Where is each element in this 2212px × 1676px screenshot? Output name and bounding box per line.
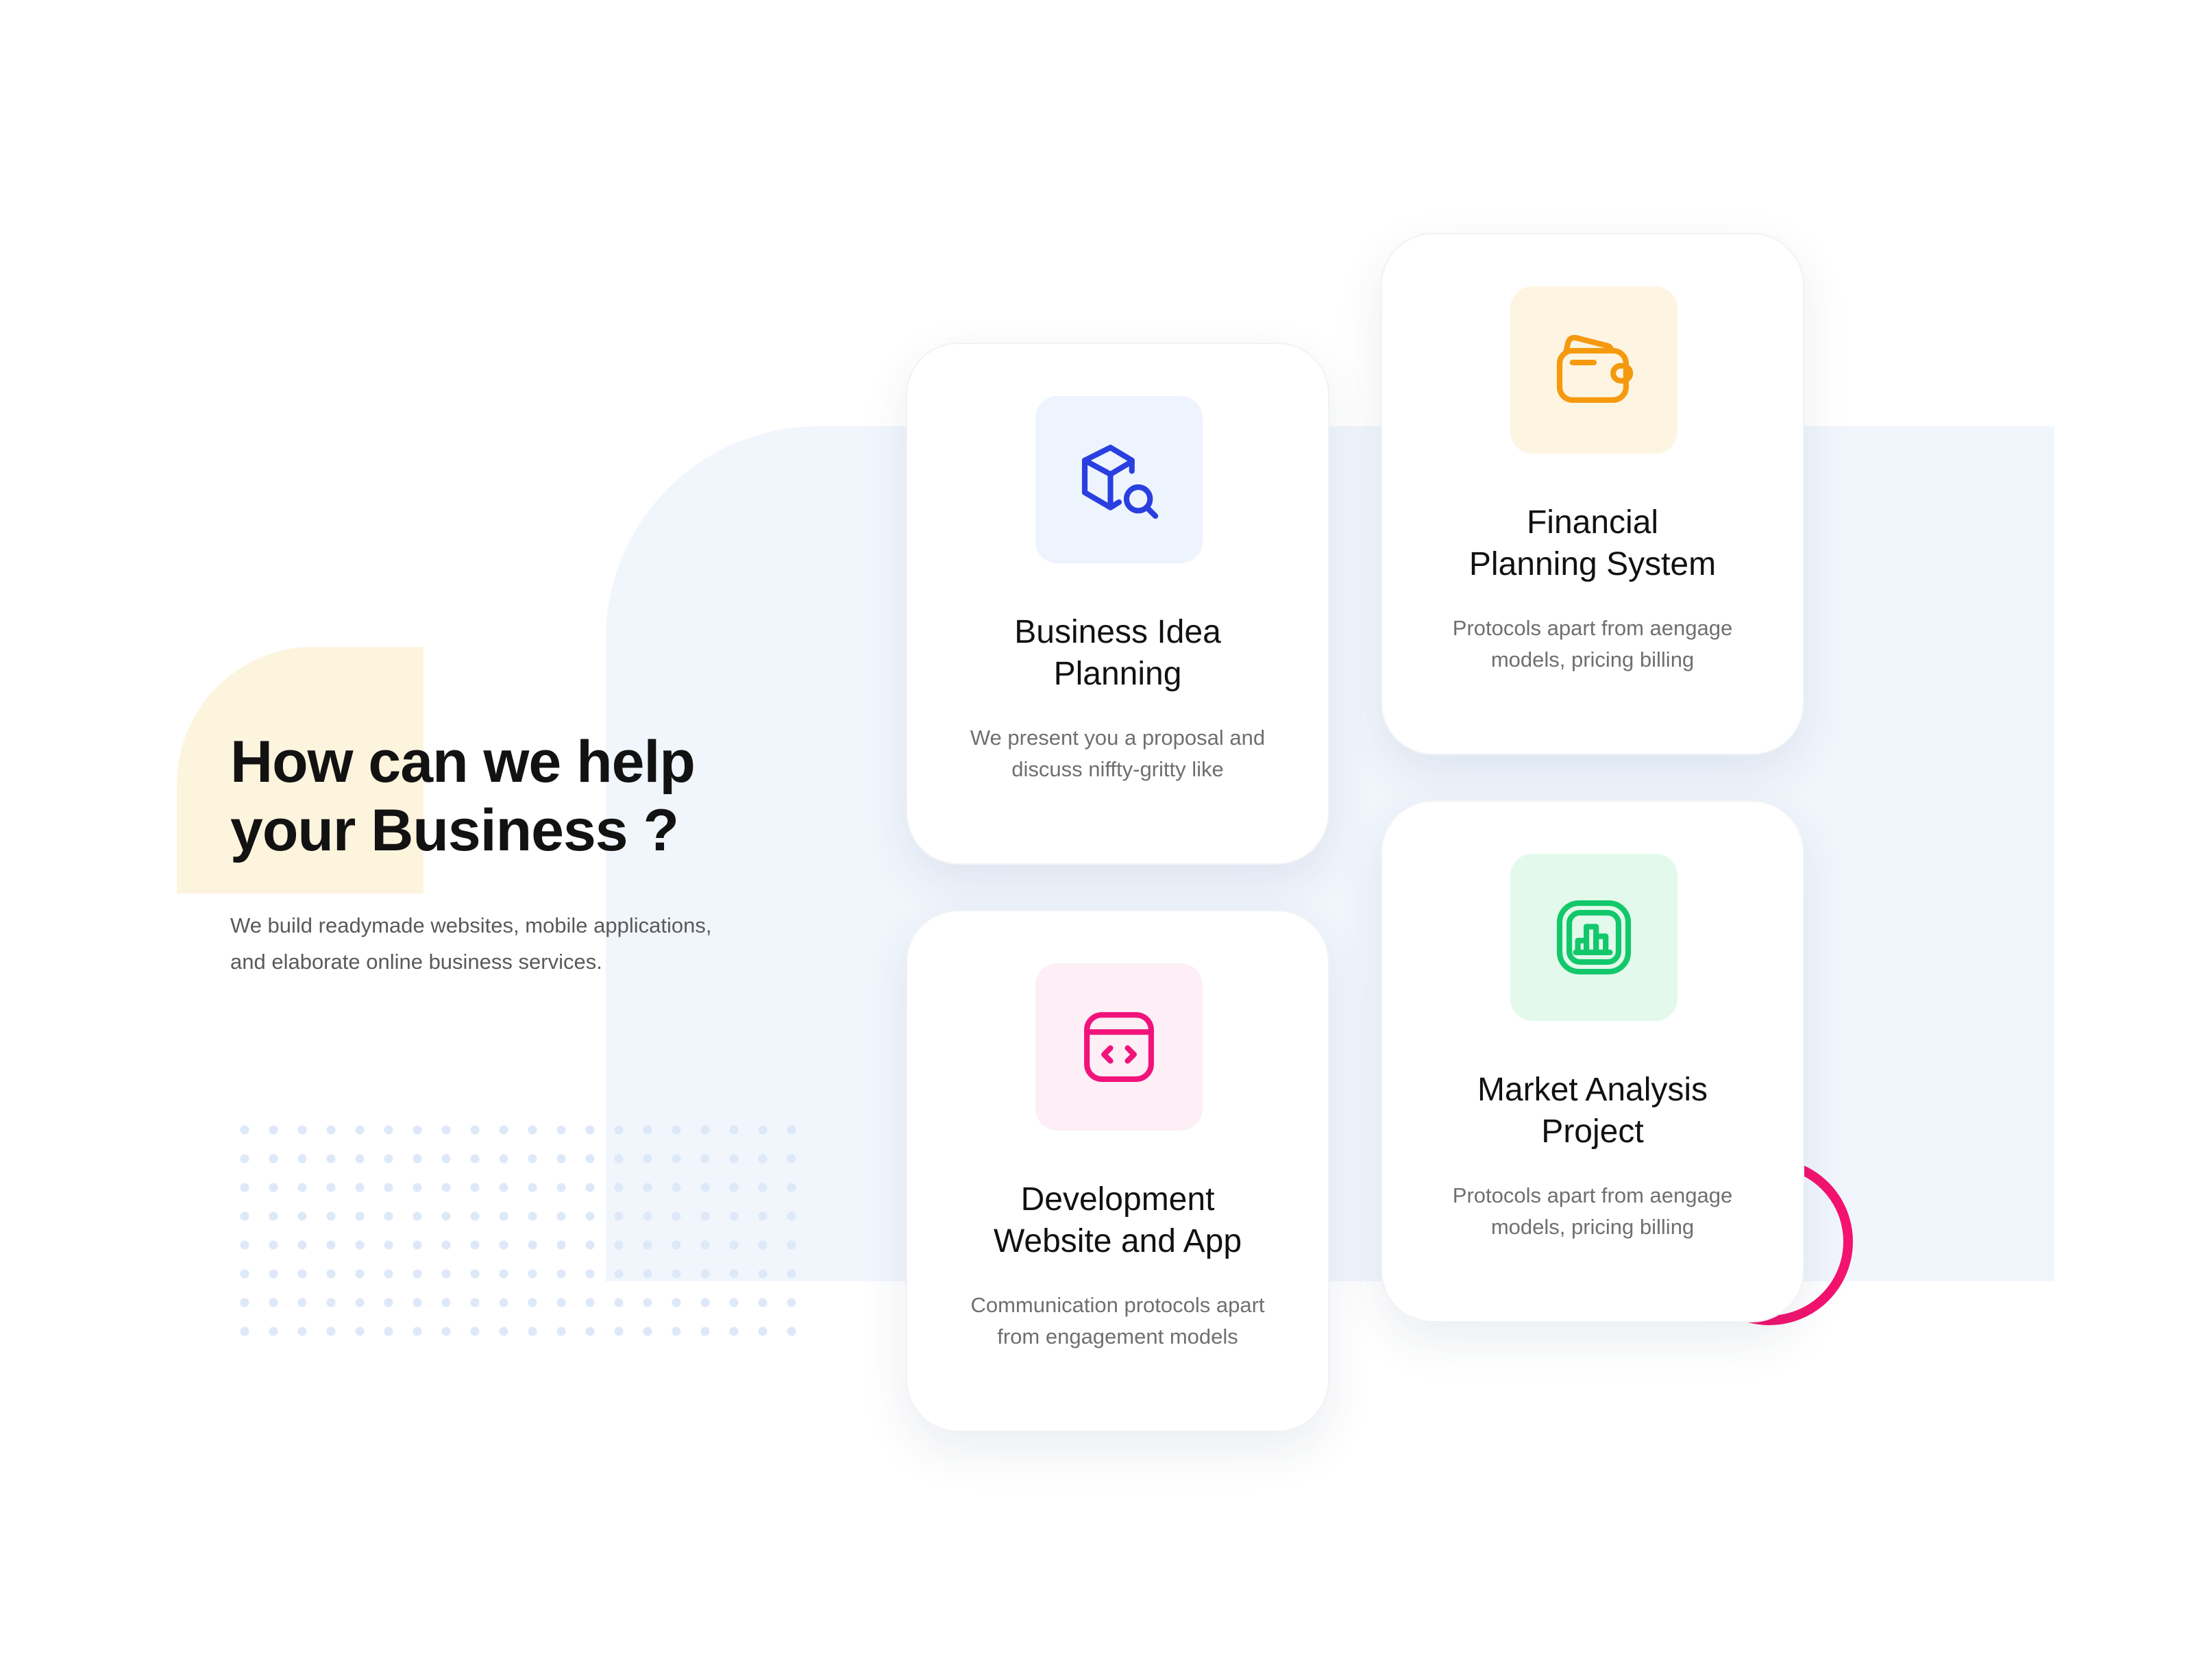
hero-description-line-2: and elaborate online business services. [230, 950, 602, 974]
card-description-line-1: Communication protocols apart [970, 1293, 1265, 1317]
card-title: Business Idea Planning [935, 611, 1301, 695]
card-description-line-1: Protocols apart from aengage [1452, 616, 1733, 640]
card-description: Protocols apart from aengage models, pri… [1410, 1180, 1775, 1243]
card-title-line-1: Financial [1526, 504, 1659, 541]
card-description-line-2: models, pricing billing [1490, 1215, 1695, 1239]
service-card-development[interactable]: Development Website and App Communicatio… [906, 910, 1329, 1432]
hero-title: How can we help your Business ? [230, 728, 724, 865]
hero-description-line-1: We build readymade websites, mobile appl… [230, 913, 712, 937]
card-description: We present you a proposal and discuss ni… [935, 722, 1301, 785]
card-description-line-2: models, pricing billing [1490, 648, 1695, 671]
card-title-line-1: Development [1020, 1181, 1215, 1218]
card-title-line-2: Planning System [1468, 546, 1717, 582]
code-browser-icon [1084, 1012, 1154, 1082]
card-title-line-2: Planning [1053, 656, 1182, 692]
service-card-financial-planning[interactable]: Financial Planning System Protocols apar… [1381, 233, 1804, 755]
hero-title-line-1: How can we help [230, 729, 696, 795]
card-description: Protocols apart from aengage models, pri… [1410, 613, 1775, 676]
card-description-line-2: from engagement models [997, 1324, 1238, 1348]
chart-icon [1556, 900, 1632, 975]
icon-tile [1035, 963, 1203, 1131]
box-search-icon [1081, 445, 1159, 519]
service-card-business-idea[interactable]: Business Idea Planning We present you a … [906, 343, 1329, 865]
card-title-line-2: Website and App [993, 1223, 1242, 1259]
card-title-line-2: Project [1541, 1113, 1644, 1150]
card-title: Financial Planning System [1410, 502, 1775, 585]
decorative-dot-grid [230, 1116, 813, 1342]
card-description: Communication protocols apart from engag… [935, 1290, 1301, 1353]
hero-description: We build readymade websites, mobile appl… [230, 907, 772, 980]
card-description-line-1: We present you a proposal and [970, 726, 1266, 750]
card-description-line-2: discuss niffty-gritty like [1011, 757, 1224, 781]
icon-tile [1510, 286, 1678, 454]
card-description-line-1: Protocols apart from aengage [1452, 1183, 1733, 1207]
card-title-line-1: Business Idea [1014, 614, 1221, 650]
hero-title-line-2: your Business ? [230, 798, 679, 863]
card-title-line-1: Market Analysis [1477, 1072, 1708, 1108]
hero-section: How can we help your Business ? We build… [230, 728, 847, 980]
card-title: Development Website and App [935, 1179, 1301, 1262]
icon-tile [1510, 854, 1678, 1021]
card-title: Market Analysis Project [1410, 1069, 1775, 1153]
wallet-icon [1556, 334, 1634, 403]
service-card-market-analysis[interactable]: Market Analysis Project Protocols apart … [1381, 800, 1804, 1322]
icon-tile [1035, 396, 1203, 563]
